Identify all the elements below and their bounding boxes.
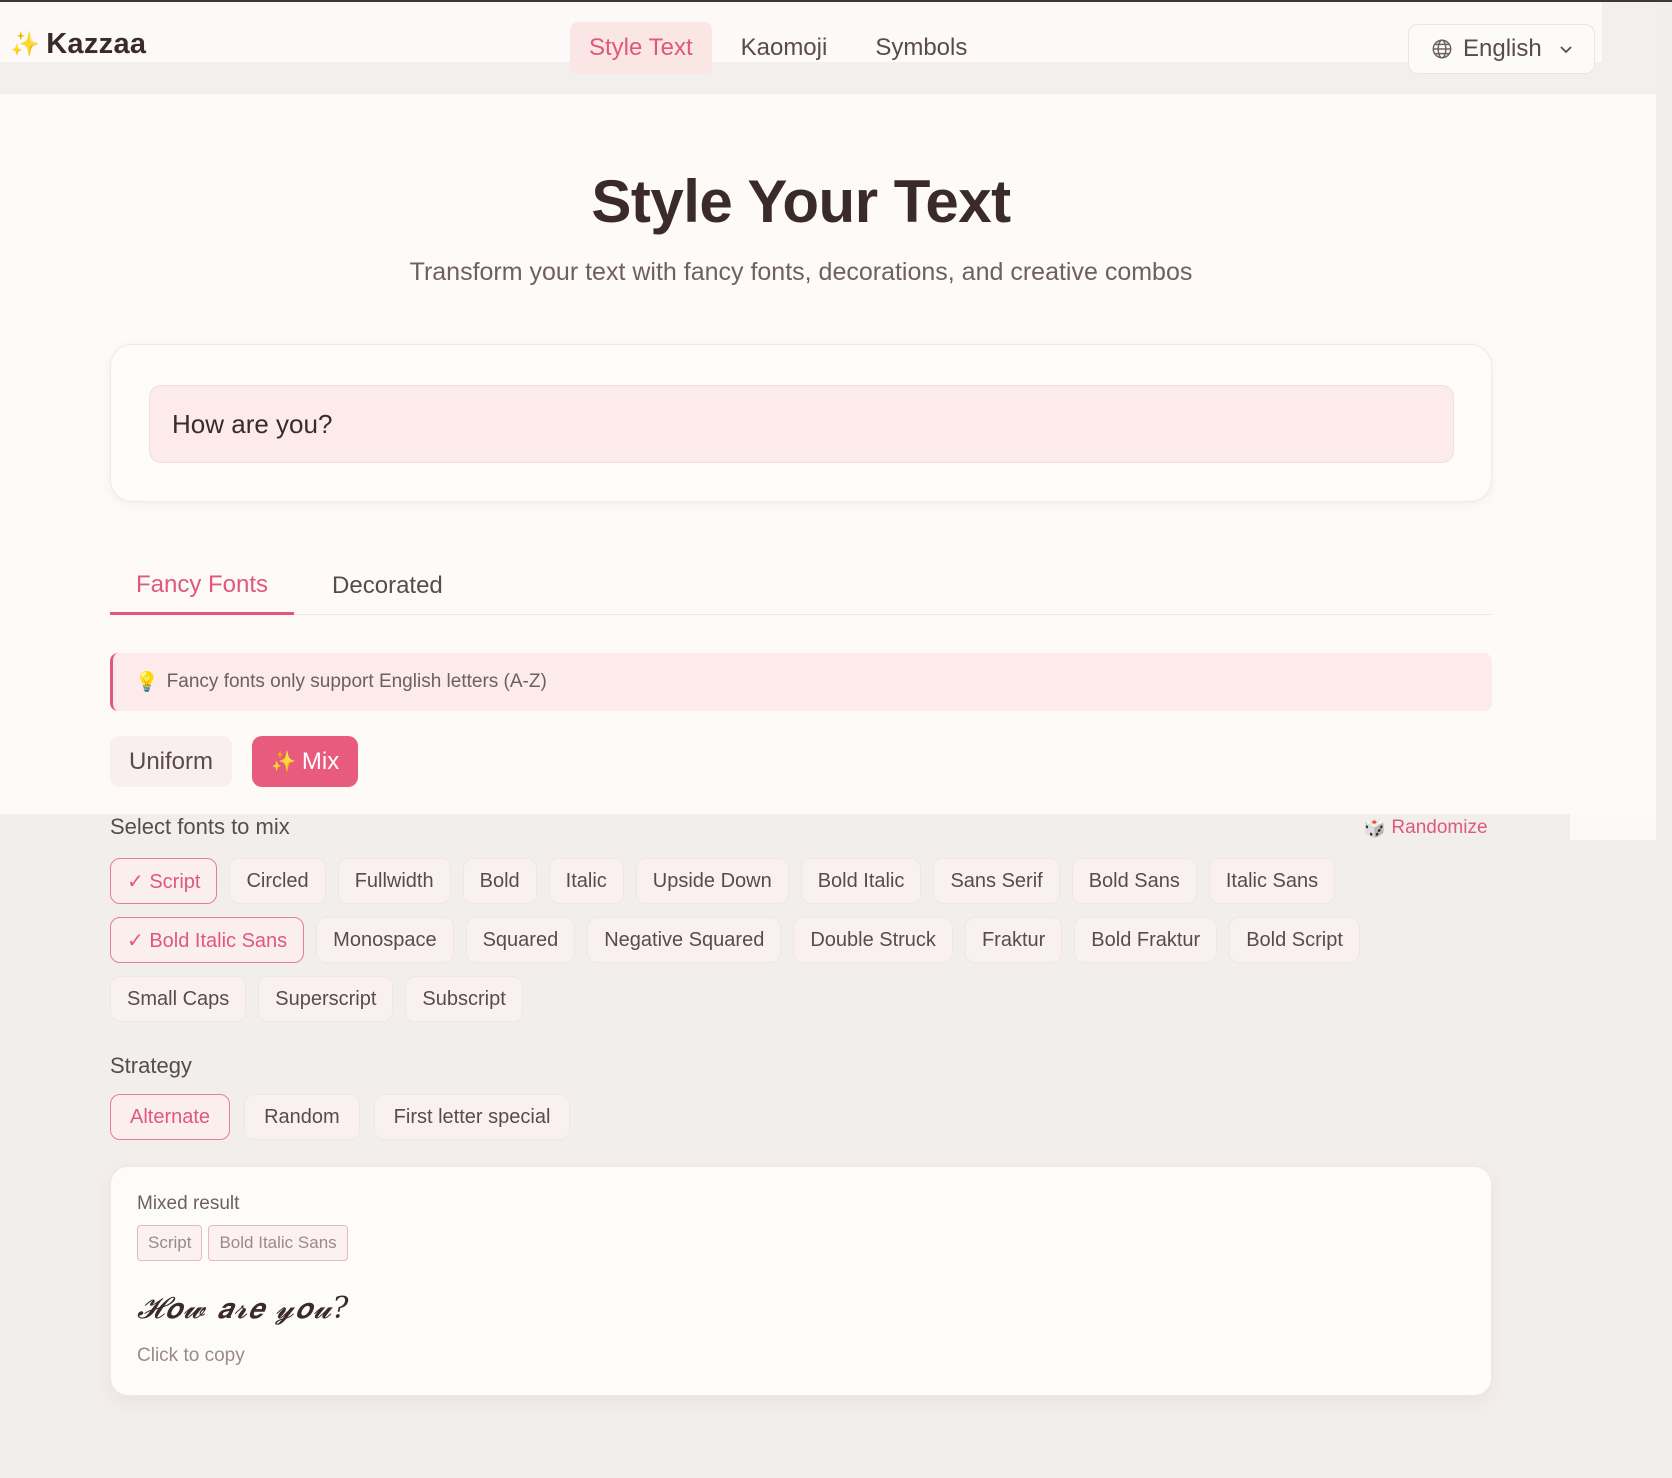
copy-hint: Click to copy	[137, 1345, 245, 1366]
font-chip-superscript[interactable]: Superscript	[258, 976, 394, 1022]
font-chip-bold-fraktur[interactable]: Bold Fraktur	[1074, 917, 1218, 963]
strategy-random[interactable]: Random	[244, 1094, 360, 1140]
chevron-down-icon	[1560, 46, 1572, 54]
sparkle-icon: ✨	[271, 751, 296, 773]
mode-toggle: Uniform ✨ Mix	[110, 736, 359, 787]
font-chip-subscript[interactable]: Subscript	[405, 976, 523, 1022]
result-tag: Script	[137, 1225, 203, 1261]
page-subtitle: Transform your text with fancy fonts, de…	[409, 258, 1193, 286]
result-tag: Bold Italic Sans	[208, 1225, 348, 1261]
font-chip-bold-sans[interactable]: Bold Sans	[1071, 858, 1197, 904]
dice-icon: 🎲	[1363, 817, 1386, 838]
tab-decorated[interactable]: Decorated	[306, 557, 469, 615]
font-chip-row-3: Small Caps Superscript Subscript	[110, 976, 523, 1022]
randomize-label: Randomize	[1391, 817, 1488, 838]
font-chip-bold-script[interactable]: Bold Script	[1229, 917, 1360, 963]
strategy-first-letter-special[interactable]: First letter special	[373, 1094, 571, 1140]
page: ✨ Kazzaa Style Text Kaomoji Symbols Engl…	[0, 0, 1672, 1478]
strategy-section-label: Strategy	[110, 1053, 192, 1078]
input-card	[110, 344, 1492, 502]
font-chip-upside-down[interactable]: Upside Down	[635, 858, 789, 904]
notice-text: Fancy fonts only support English letters…	[166, 671, 547, 692]
strategy-options: Alternate Random First letter special	[110, 1094, 571, 1140]
language-selector[interactable]: English	[1408, 24, 1595, 74]
page-title: Style Your Text	[591, 168, 1011, 235]
lightbulb-icon: 💡	[135, 672, 159, 693]
uniform-label: Uniform	[129, 747, 214, 775]
font-chip-bold[interactable]: Bold	[462, 858, 537, 904]
randomize-button[interactable]: 🎲 Randomize	[1363, 817, 1488, 839]
language-label: English	[1463, 35, 1542, 62]
style-tabs: Fancy Fonts Decorated	[110, 557, 1492, 615]
globe-icon	[1432, 39, 1452, 59]
font-chip-bold-italic[interactable]: Bold Italic	[800, 858, 922, 904]
font-chip-italic[interactable]: Italic	[548, 858, 624, 904]
font-chip-fraktur[interactable]: Fraktur	[964, 917, 1063, 963]
uniform-button[interactable]: Uniform	[110, 736, 233, 787]
fonts-section-label: Select fonts to mix	[110, 814, 290, 839]
font-chip-script[interactable]: ✓ Script	[110, 858, 218, 904]
font-chip-row-1: ✓ Script Circled Fullwidth Bold Italic U…	[110, 858, 1336, 904]
font-chip-small-caps[interactable]: Small Caps	[110, 976, 247, 1022]
background-strip	[1570, 812, 1656, 840]
font-chip-monospace[interactable]: Monospace	[316, 917, 454, 963]
logo[interactable]: ✨ Kazzaa	[10, 28, 146, 61]
mixed-result-card[interactable]: Mixed result Script Bold Italic Sans 𝓗𝙤𝔀…	[110, 1166, 1492, 1396]
result-text[interactable]: 𝓗𝙤𝔀 𝙖𝓻𝙚 𝔂𝙤𝓾?	[137, 1291, 350, 1326]
logo-text: Kazzaa	[46, 28, 147, 60]
sparkle-icon: ✨	[10, 31, 41, 58]
font-chip-sans-serif[interactable]: Sans Serif	[933, 858, 1060, 904]
tab-fancy-fonts[interactable]: Fancy Fonts	[110, 557, 295, 615]
font-chip-negative-squared[interactable]: Negative Squared	[587, 917, 782, 963]
mix-button[interactable]: ✨ Mix	[252, 736, 359, 787]
font-chip-circled[interactable]: Circled	[229, 858, 326, 904]
mix-label: Mix	[301, 747, 340, 775]
font-chip-double-struck[interactable]: Double Struck	[793, 917, 953, 963]
font-chip-bold-italic-sans[interactable]: ✓ Bold Italic Sans	[110, 917, 305, 963]
main-nav: Style Text Kaomoji Symbols	[570, 22, 986, 74]
font-chip-squared[interactable]: Squared	[465, 917, 576, 963]
text-input[interactable]	[149, 385, 1454, 463]
font-chip-fullwidth[interactable]: Fullwidth	[337, 858, 451, 904]
result-tags: Script Bold Italic Sans	[137, 1225, 348, 1261]
font-chip-italic-sans[interactable]: Italic Sans	[1208, 858, 1336, 904]
info-notice: 💡 Fancy fonts only support English lette…	[110, 653, 1492, 711]
nav-style-text[interactable]: Style Text	[570, 22, 712, 74]
font-chip-row-2: ✓ Bold Italic Sans Monospace Squared Neg…	[110, 917, 1360, 963]
result-title: Mixed result	[137, 1193, 240, 1214]
strategy-alternate[interactable]: Alternate	[110, 1094, 231, 1140]
nav-kaomoji[interactable]: Kaomoji	[722, 22, 847, 74]
nav-symbols[interactable]: Symbols	[856, 22, 986, 74]
